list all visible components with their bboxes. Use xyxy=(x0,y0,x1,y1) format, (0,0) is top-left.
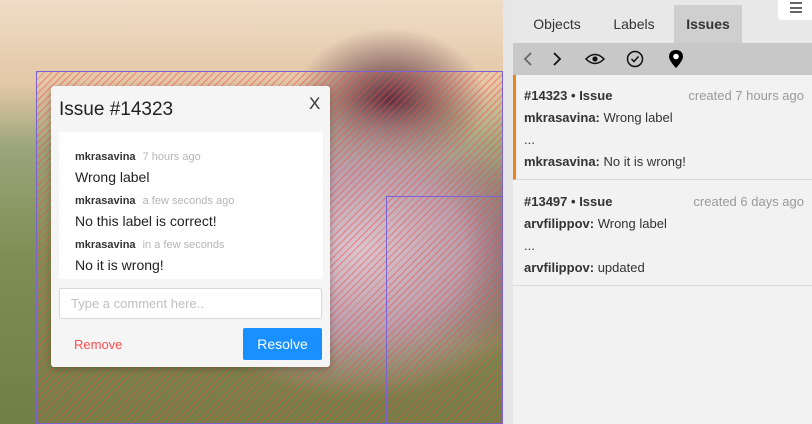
issue-last-author: mkrasavina: xyxy=(524,154,600,169)
comment-list: mkrasavina 7 hours ago Wrong label mkras… xyxy=(59,132,323,279)
comment-author: mkrasavina xyxy=(75,195,136,207)
issue-ellipsis: ... xyxy=(524,132,535,147)
map-pin-icon[interactable] xyxy=(665,48,687,70)
close-icon[interactable]: X xyxy=(309,94,320,114)
issue-dialog: Issue #14323 X mkrasavina 7 hours ago Wr… xyxy=(51,86,330,367)
tab-labels[interactable]: Labels xyxy=(603,5,665,43)
comment-text: Wrong label xyxy=(75,169,150,185)
issue-last-author: arvfilippov: xyxy=(524,260,595,275)
comment-item: mkrasavina a few seconds ago No this lab… xyxy=(75,195,234,229)
objects-sidebar: Objects Labels Issues #14323 • Issue cre… xyxy=(513,0,812,424)
comment-text: No this label is correct! xyxy=(75,213,217,229)
issue-last-text: No it is wrong! xyxy=(603,154,686,169)
issue-id: #13497 xyxy=(524,194,568,209)
list-icon xyxy=(790,2,802,13)
eye-icon[interactable] xyxy=(584,48,606,70)
comment-item: mkrasavina 7 hours ago Wrong label xyxy=(75,151,201,185)
issue-type: Issue xyxy=(579,88,613,103)
issue-id: #14323 xyxy=(524,88,568,103)
panel-divider[interactable] xyxy=(503,0,513,424)
issue-list-item[interactable]: #14323 • Issue created 7 hours ago mkras… xyxy=(513,75,812,180)
annotation-bounding-box[interactable] xyxy=(386,196,503,424)
issue-list-item[interactable]: #13497 • Issue created 6 days ago arvfil… xyxy=(513,181,812,286)
comment-time: 7 hours ago xyxy=(142,151,201,163)
resolve-button[interactable]: Resolve xyxy=(243,328,322,360)
issue-first-author: mkrasavina: xyxy=(524,110,600,125)
issues-toolbar xyxy=(513,43,812,75)
tab-issues[interactable]: Issues xyxy=(674,5,742,43)
tab-objects[interactable]: Objects xyxy=(523,5,591,43)
list-toggle-button[interactable] xyxy=(778,0,812,20)
prev-icon[interactable] xyxy=(517,48,539,70)
next-icon[interactable] xyxy=(546,48,568,70)
comment-input[interactable] xyxy=(59,288,322,319)
issue-ellipsis: ... xyxy=(524,238,535,253)
comment-item: mkrasavina in a few seconds No it is wro… xyxy=(75,239,225,273)
issue-last-text: updated xyxy=(597,260,645,275)
issue-first-author: arvfilippov: xyxy=(524,216,595,231)
check-circle-icon[interactable] xyxy=(624,48,646,70)
issue-first-text: Wrong label xyxy=(597,216,667,231)
issue-created: created 7 hours ago xyxy=(688,88,804,103)
comment-time: a few seconds ago xyxy=(142,195,235,207)
issue-dialog-title: Issue #14323 xyxy=(59,99,174,120)
comment-author: mkrasavina xyxy=(75,151,136,163)
remove-button[interactable]: Remove xyxy=(74,337,122,352)
comment-time: in a few seconds xyxy=(142,239,225,251)
issue-type: Issue xyxy=(579,194,613,209)
issue-created: created 6 days ago xyxy=(693,194,804,209)
sidebar-tabs: Objects Labels Issues xyxy=(513,0,812,43)
comment-text: No it is wrong! xyxy=(75,257,164,273)
comment-author: mkrasavina xyxy=(75,239,136,251)
issue-first-text: Wrong label xyxy=(603,110,673,125)
